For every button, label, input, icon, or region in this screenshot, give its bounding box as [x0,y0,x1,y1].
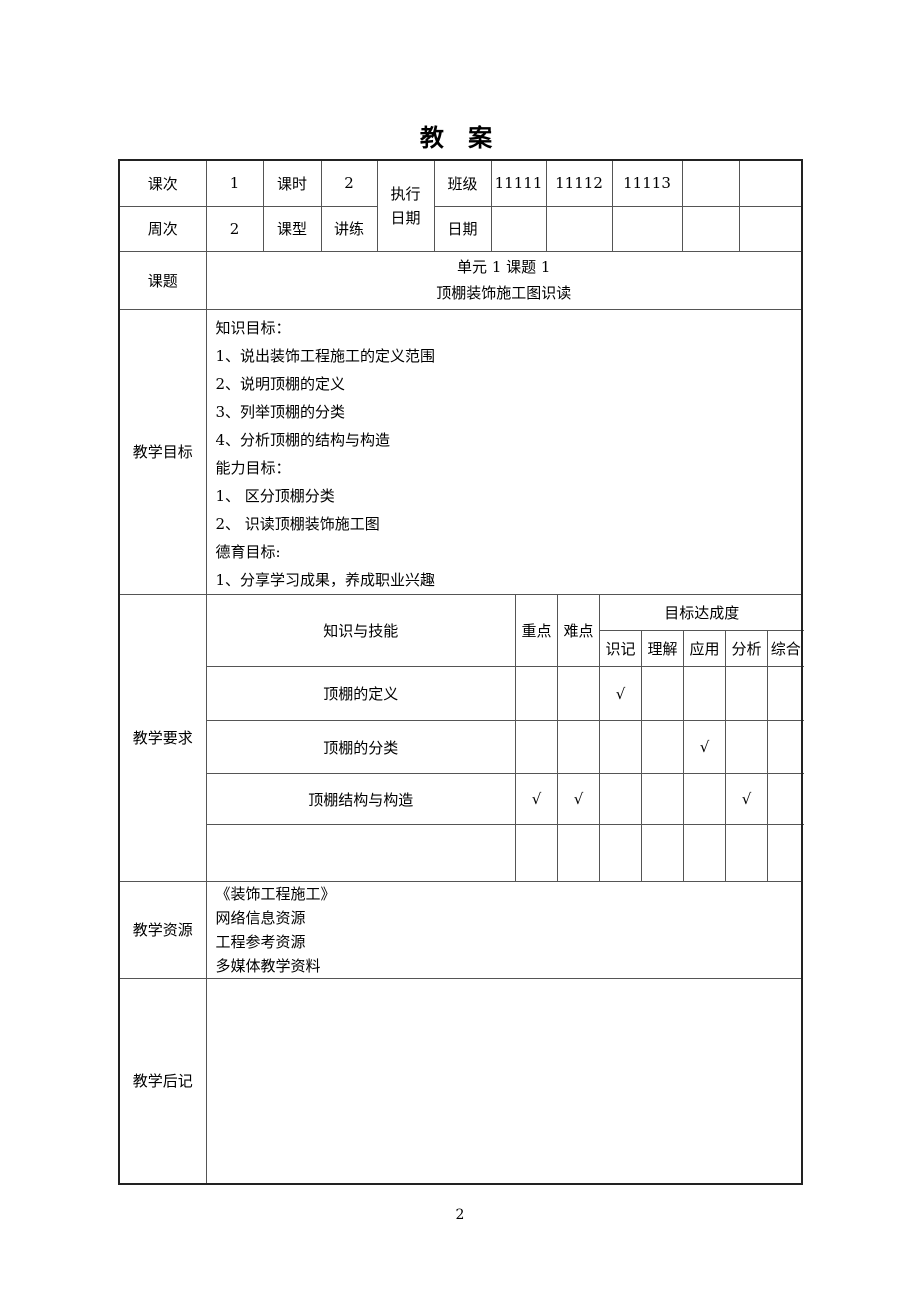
topic-line2: 顶棚装饰施工图识读 [436,284,572,302]
key-mark [515,666,558,721]
lesson-no-value: 1 [205,159,264,207]
level-header: 理解 [641,630,684,667]
requirements-content: 知识与技能 重点 难点 目标达成度 识记 理解 应用 分析 综合 顶棚的定义 √ [205,593,804,882]
level-mark [725,824,768,881]
objective-line: 知识目标： [215,318,291,337]
date-cell [738,205,803,252]
objective-line: 1、 区分顶棚分类 [215,486,335,505]
table-row [206,824,804,881]
requirement-item: 顶棚的分类 [206,720,516,774]
resource-line: 工程参考资源 [215,932,306,951]
level-mark [725,666,768,721]
lesson-plan-table: 课次 1 课时 2 执行 日期 班级 11111 11112 11113 周次 2… [118,159,804,1185]
postscript-content[interactable] [205,977,803,1185]
requirements-label: 教学要求 [118,593,207,882]
class-cell: 11112 [545,159,613,207]
document-title: 教 案 [419,124,501,152]
key-mark [515,720,558,774]
objective-line: 1、分享学习成果，养成职业兴趣 [215,570,436,589]
level-mark [683,824,726,881]
class-cell [681,159,740,207]
objective-line: 3、列举顶棚的分类 [215,402,346,421]
requirement-item: 顶棚的定义 [206,666,516,721]
exec-date-line1: 执行 [390,184,421,203]
date-cell [681,205,740,252]
objective-line: 能力目标： [215,458,291,477]
table-row: 顶棚结构与构造 √ √ √ [206,773,804,825]
level-header: 综合 [766,630,804,667]
difficult-mark [557,824,600,881]
date-label: 日期 [433,205,492,252]
hours-value: 2 [320,159,378,207]
date-cell [490,205,547,252]
date-cell [545,205,613,252]
level-mark [599,824,642,881]
objective-line: 4、分析顶棚的结构与构造 [215,430,391,449]
exec-date-label: 执行 日期 [376,159,435,252]
objective-line: 1、说出装饰工程施工的定义范围 [215,346,436,365]
class-cell: 11111 [490,159,547,207]
week-label: 周次 [118,205,207,252]
resource-line: 网络信息资源 [215,908,306,927]
page-number: 2 [455,1207,465,1223]
objective-line: 德育目标: [215,542,281,561]
col-key-header: 重点 [515,594,558,667]
level-header: 应用 [683,630,726,667]
level-mark: √ [683,720,726,774]
resource-line: 多媒体教学资料 [215,956,321,975]
type-label: 课型 [262,205,322,252]
requirement-item: 顶棚结构与构造 [206,773,516,825]
week-value: 2 [205,205,264,252]
col-difficult-header: 难点 [557,594,600,667]
type-value: 讲练 [320,205,378,252]
key-mark: √ [515,773,558,825]
level-mark [766,773,804,825]
topic-line1: 单元 1 课题 1 [457,258,551,276]
topic-content: 单元 1 课题 1 顶棚装饰施工图识读 [205,250,803,310]
key-mark [515,824,558,881]
hours-label: 课时 [262,159,322,207]
level-mark [641,666,684,721]
difficult-mark [557,720,600,774]
level-mark [641,824,684,881]
class-cell [738,159,803,207]
resources-label: 教学资源 [118,880,207,979]
difficult-mark [557,666,600,721]
difficult-mark: √ [557,773,600,825]
date-cell [611,205,683,252]
objectives-label: 教学目标 [118,308,207,595]
level-mark [683,666,726,721]
level-mark [766,720,804,774]
lesson-no-label: 课次 [118,159,207,207]
level-mark: √ [599,666,642,721]
resource-line: 《装饰工程施工》 [215,884,336,903]
level-mark [766,666,804,721]
resources-content: 《装饰工程施工》 网络信息资源 工程参考资源 多媒体教学资料 [205,880,803,979]
level-mark [599,773,642,825]
topic-label: 课题 [118,250,207,310]
table-row: 顶棚的定义 √ [206,666,804,721]
level-mark [641,720,684,774]
requirements-table: 知识与技能 重点 难点 目标达成度 识记 理解 应用 分析 综合 顶棚的定义 √ [206,594,804,881]
level-header: 分析 [725,630,768,667]
class-cell: 11113 [611,159,683,207]
objective-line: 2、说明顶棚的定义 [215,374,346,393]
col-knowledge-header: 知识与技能 [206,594,516,667]
level-mark: √ [725,773,768,825]
level-mark [683,773,726,825]
col-goal-header: 目标达成度 [598,594,804,631]
objectives-content: 知识目标： 1、说出装饰工程施工的定义范围 2、说明顶棚的定义 3、列举顶棚的分… [205,308,803,595]
level-mark [766,824,804,881]
postscript-label: 教学后记 [118,977,207,1185]
table-row: 顶棚的分类 √ [206,720,804,774]
requirement-item [206,824,516,881]
exec-date-line2: 日期 [390,208,421,227]
class-label: 班级 [433,159,492,207]
level-header: 识记 [599,630,642,667]
level-mark [725,720,768,774]
level-mark [641,773,684,825]
objective-line: 2、 识读顶棚装饰施工图 [215,514,380,533]
level-mark [599,720,642,774]
